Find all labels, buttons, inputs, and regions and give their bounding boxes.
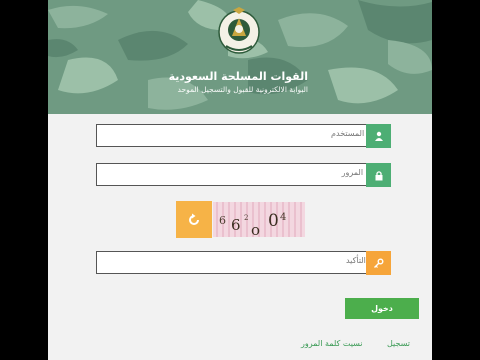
header-titles: القوات المسلحة السعودية البوابة الالكترو…	[169, 70, 308, 95]
svg-text:6: 6	[231, 216, 241, 234]
page-title: القوات المسلحة السعودية	[168, 70, 308, 83]
forgot-password-link[interactable]: نسيت كلمة المرور	[301, 339, 363, 348]
login-button[interactable]: دخول	[345, 298, 419, 319]
refresh-captcha-button[interactable]	[176, 201, 212, 238]
password-field[interactable]: كلمة المرور	[96, 163, 390, 186]
svg-text:6: 6	[219, 214, 226, 227]
svg-text:4: 4	[280, 212, 286, 223]
svg-text:o: o	[251, 221, 260, 237]
refresh-icon	[189, 213, 199, 225]
page-subtitle: البوابة الالكترونية للقبول والتسجيل المو…	[177, 85, 308, 94]
svg-text:2: 2	[244, 214, 248, 222]
username-field[interactable]: اسم المستخدم	[96, 124, 390, 147]
captcha-image: 6 6 2 o 0 4	[213, 202, 305, 237]
user-icon	[366, 124, 391, 148]
captcha-code-field[interactable]: رمز التأكيد	[96, 251, 390, 274]
login-page: القوات المسلحة السعودية البوابة الالكترو…	[48, 0, 432, 360]
key-icon	[366, 251, 391, 275]
lock-icon	[366, 163, 391, 187]
register-link[interactable]: تسجيل	[387, 339, 410, 348]
armed-forces-emblem	[218, 7, 260, 54]
svg-text:0: 0	[268, 211, 279, 231]
header-banner: القوات المسلحة السعودية البوابة الالكترو…	[48, 0, 432, 114]
